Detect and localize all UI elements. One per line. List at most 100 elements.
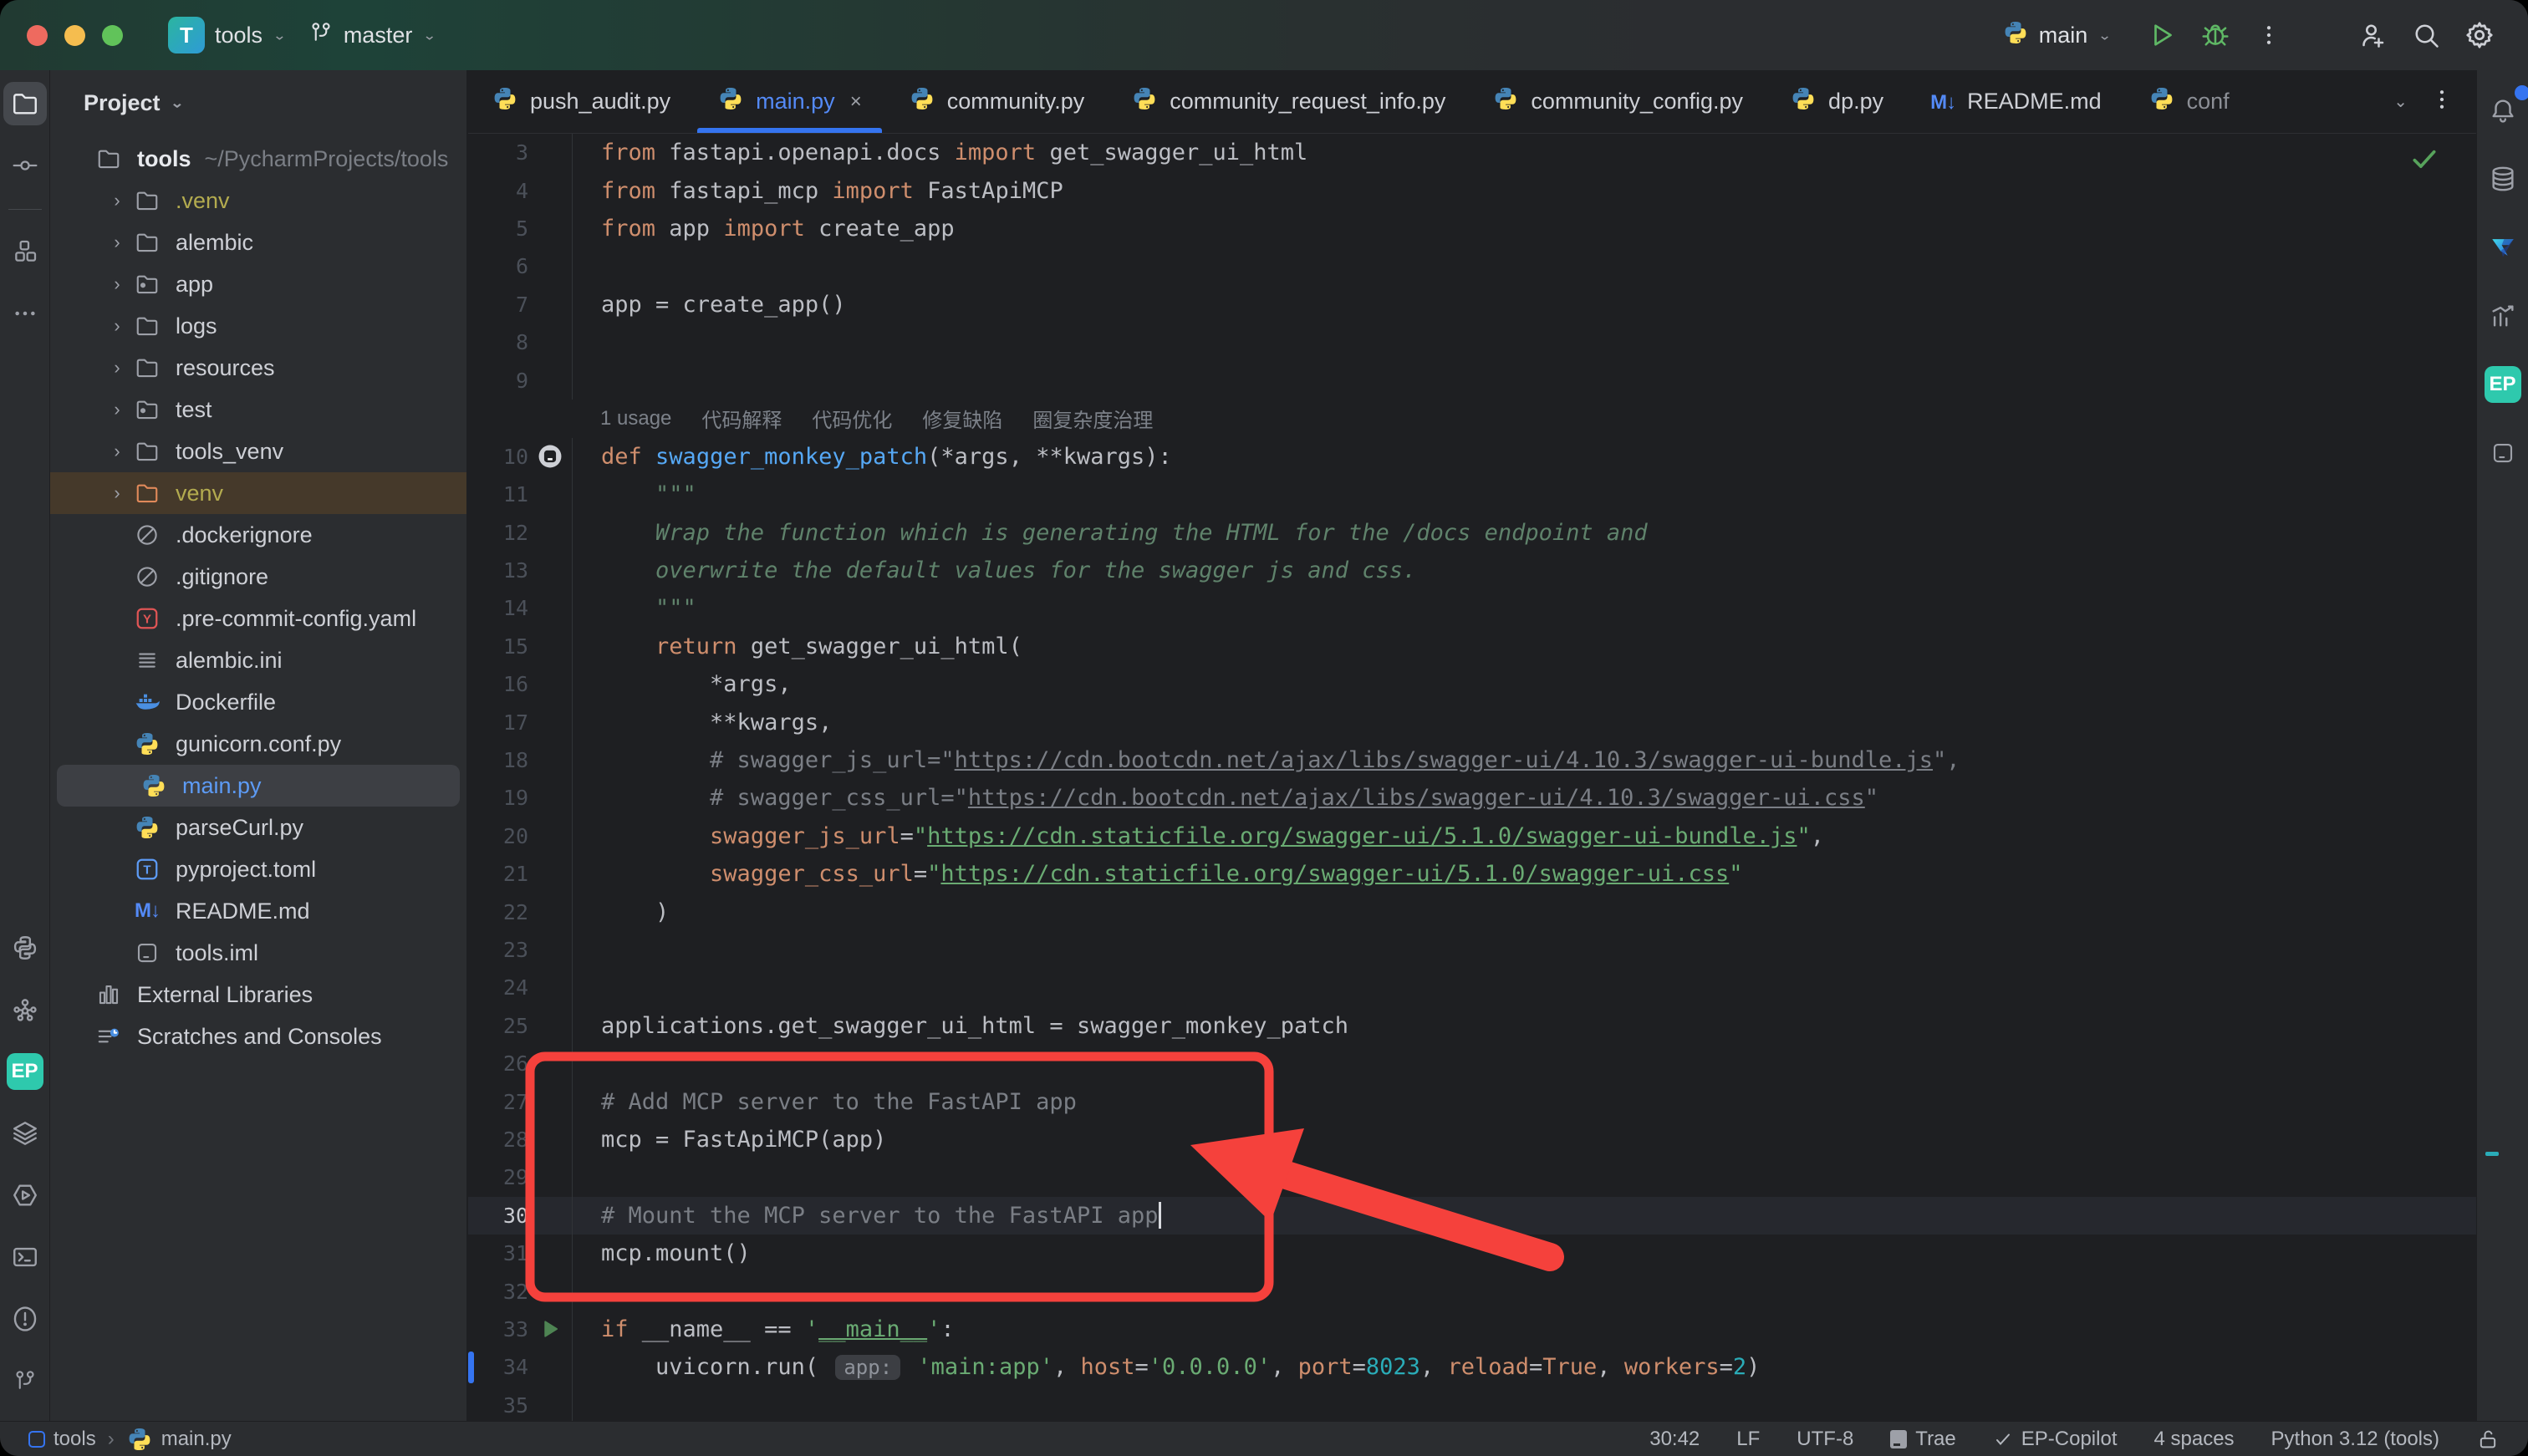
code-line-34[interactable]: 34 uvicorn.run( app: 'main:app', host='0… (468, 1348, 2476, 1386)
status-widget-unlock[interactable] (2476, 1428, 2500, 1451)
chevron-right-icon[interactable]: › (102, 190, 132, 211)
code-line-31[interactable]: 31mcp.mount() (468, 1235, 2476, 1272)
minimize-window-button[interactable] (64, 25, 85, 46)
chevron-right-icon[interactable]: › (102, 399, 132, 420)
tree-item-tools_venv[interactable]: ›tools_venv (50, 430, 466, 472)
ep-copilot-icon[interactable]: EP (3, 1050, 47, 1093)
settings-button[interactable] (2456, 12, 2503, 59)
add-user-button[interactable] (2349, 12, 2396, 59)
zoom-window-button[interactable] (102, 25, 123, 46)
branch-selector[interactable]: master ⌄ (308, 20, 436, 51)
window-controls[interactable] (0, 25, 146, 46)
commit-icon[interactable] (3, 144, 47, 187)
tab-dp.py[interactable]: dp.py (1766, 70, 1907, 133)
ep-panel-icon[interactable]: EP (2481, 363, 2525, 406)
tab-main.py[interactable]: main.py× (694, 70, 885, 133)
code-lens-action[interactable]: 1 usage (600, 407, 671, 430)
chevron-right-icon[interactable]: › (102, 482, 132, 504)
tree-item-app[interactable]: ›app (50, 263, 466, 305)
code-line-3[interactable]: 3from fastapi.openapi.docs import get_sw… (468, 134, 2476, 171)
tree-item-resources[interactable]: ›resources (50, 347, 466, 389)
tree-item-Scratches and Consoles[interactable]: Scratches and Consoles (50, 1016, 466, 1057)
chevron-right-icon[interactable]: › (102, 357, 132, 379)
code-lens-action[interactable]: 圈复杂度治理 (1032, 404, 1153, 433)
tab-README.md[interactable]: M↓README.md (1907, 70, 2125, 133)
terminal-icon[interactable] (3, 1235, 47, 1279)
tree-item-.pre-commit-config.yaml[interactable]: Y.pre-commit-config.yaml (50, 598, 466, 639)
chevron-right-icon[interactable]: › (102, 273, 132, 295)
code-line-35[interactable]: 35 (468, 1387, 2476, 1422)
chevron-right-icon[interactable]: › (102, 232, 132, 253)
tree-item-External Libraries[interactable]: External Libraries (50, 974, 466, 1016)
tree-item-alembic.ini[interactable]: alembic.ini (50, 639, 466, 681)
code-line-4[interactable]: 4from fastapi_mcp import FastApiMCP (468, 171, 2476, 209)
code-line-11[interactable]: 11 """ (468, 476, 2476, 513)
code-line-17[interactable]: 17 **kwargs, (468, 703, 2476, 741)
code-line-25[interactable]: 25applications.get_swagger_ui_html = swa… (468, 1007, 2476, 1045)
status-widget-UTF-8[interactable]: UTF-8 (1797, 1428, 1853, 1451)
tree-item-gunicorn.conf.py[interactable]: gunicorn.conf.py (50, 723, 466, 765)
code-line-33[interactable]: 33if __name__ == '__main__': (468, 1311, 2476, 1348)
ai-assistant-gutter-icon[interactable] (528, 442, 572, 471)
kebab-menu-button[interactable] (2429, 87, 2454, 116)
git-icon[interactable] (3, 1359, 47, 1403)
code-line-30[interactable]: 30# Mount the MCP server to the FastAPI … (468, 1197, 2476, 1235)
chevron-down-button[interactable]: ⌄ (2393, 91, 2408, 112)
v-plugin-icon[interactable] (2481, 226, 2525, 269)
more-tools-icon[interactable] (3, 292, 47, 335)
tab-conf[interactable]: conf (2125, 70, 2253, 133)
code-line-13[interactable]: 13 overwrite the default values for the … (468, 552, 2476, 589)
more-actions-button[interactable] (2245, 12, 2292, 59)
code-line-7[interactable]: 7app = create_app() (468, 286, 2476, 323)
tree-item-main.py[interactable]: main.py (57, 765, 460, 807)
tree-item-README.md[interactable]: M↓README.md (50, 890, 466, 932)
code-line-28[interactable]: 28mcp = FastApiMCP(app) (468, 1121, 2476, 1158)
code-lens-action[interactable]: 代码解释 (701, 404, 782, 433)
code-line-6[interactable]: 6 (468, 247, 2476, 285)
tree-item-tools.iml[interactable]: tools.iml (50, 932, 466, 974)
structure-icon[interactable] (3, 230, 47, 273)
notifications-icon[interactable] (2481, 89, 2525, 132)
dependencies-icon[interactable] (3, 988, 47, 1031)
run-config-selector[interactable]: main ⌄ (2002, 19, 2112, 52)
project-folder-icon[interactable] (3, 82, 47, 125)
code-line-21[interactable]: 21 swagger_css_url="https://cdn.staticfi… (468, 855, 2476, 893)
code-line-10[interactable]: 10def swagger_monkey_patch(*args, **kwar… (468, 438, 2476, 476)
code-line-24[interactable]: 24 (468, 969, 2476, 1006)
run-button[interactable] (2138, 12, 2185, 59)
chevron-right-icon[interactable]: › (102, 315, 132, 337)
code-editor[interactable]: 3from fastapi.openapi.docs import get_sw… (468, 134, 2476, 1421)
tree-item-.dockerignore[interactable]: .dockerignore (50, 514, 466, 556)
debug-button[interactable] (2192, 12, 2239, 59)
status-widget-4 spaces[interactable]: 4 spaces (2153, 1428, 2234, 1451)
database-icon[interactable] (2481, 157, 2525, 201)
close-tab-icon[interactable]: × (850, 90, 862, 114)
status-widget-Trae[interactable]: Trae (1890, 1428, 1955, 1451)
problems-icon[interactable] (3, 1297, 47, 1341)
code-line-26[interactable]: 26 (468, 1045, 2476, 1082)
run-anything-icon[interactable] (3, 1173, 47, 1217)
code-line-20[interactable]: 20 swagger_js_url="https://cdn.staticfil… (468, 817, 2476, 855)
python-packages-icon[interactable] (3, 926, 47, 970)
tree-item-test[interactable]: ›test (50, 389, 466, 430)
code-lens-action[interactable]: 代码优化 (812, 404, 892, 433)
code-line-32[interactable]: 32 (468, 1272, 2476, 1310)
code-line-27[interactable]: 27# Add MCP server to the FastAPI app (468, 1082, 2476, 1120)
tab-push_audit.py[interactable]: push_audit.py (468, 70, 694, 133)
services-icon[interactable] (3, 1112, 47, 1155)
code-line-23[interactable]: 23 (468, 931, 2476, 969)
tab-community_config.py[interactable]: community_config.py (1469, 70, 1766, 133)
tab-community_request_info.py[interactable]: community_request_info.py (1108, 70, 1469, 133)
breadcrumb-tools[interactable]: tools (28, 1428, 96, 1451)
code-line-9[interactable]: 9 (468, 361, 2476, 399)
code-lens-action[interactable]: 修复缺陷 (922, 404, 1002, 433)
code-line-18[interactable]: 18 # swagger_js_url="https://cdn.bootcdn… (468, 741, 2476, 779)
search-everywhere-button[interactable] (2403, 12, 2449, 59)
close-window-button[interactable] (27, 25, 48, 46)
inspections-ok-icon[interactable] (2408, 142, 2441, 181)
code-line-5[interactable]: 5from app import create_app (468, 210, 2476, 247)
tab-community.py[interactable]: community.py (885, 70, 1109, 133)
code-line-22[interactable]: 22 ) (468, 893, 2476, 930)
code-line-16[interactable]: 16 *args, (468, 665, 2476, 703)
panel-icon[interactable] (2481, 431, 2525, 475)
